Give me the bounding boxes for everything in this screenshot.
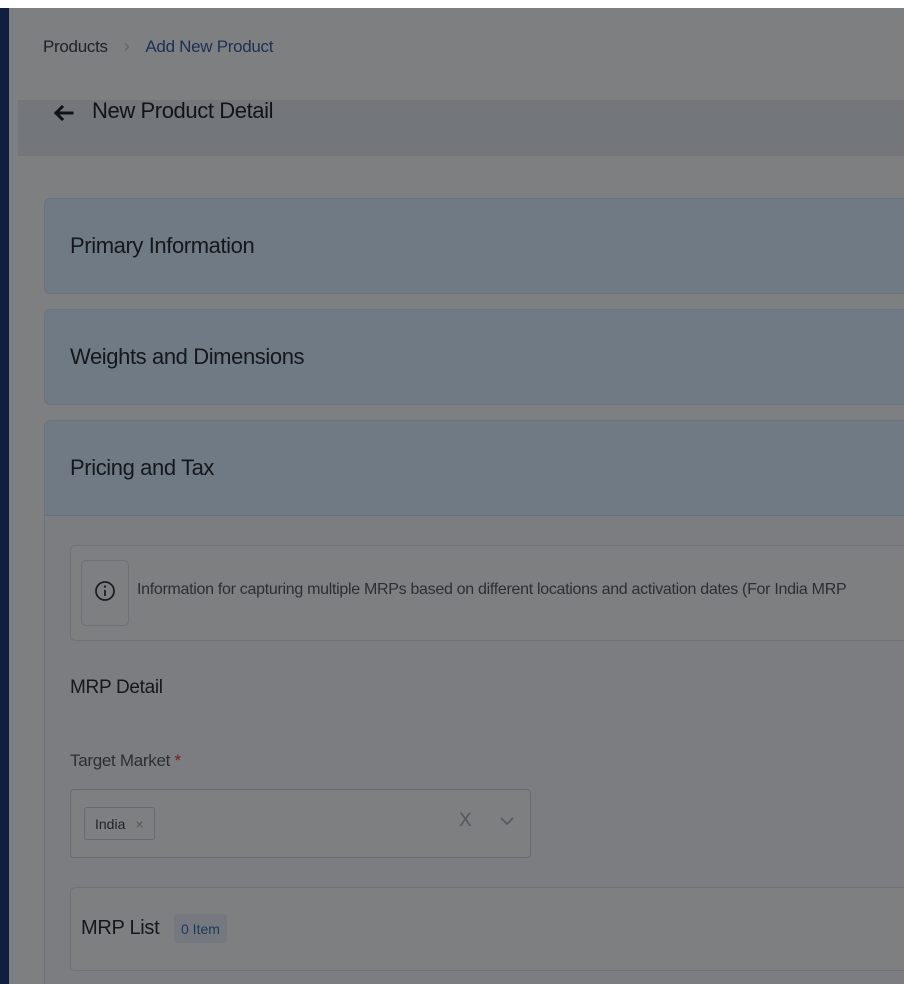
info-icon [94, 580, 116, 607]
mrp-list-panel: MRP List 0 Item [70, 887, 904, 971]
info-banner: Information for capturing multiple MRPs … [70, 545, 904, 641]
mrp-detail-heading: MRP Detail [70, 677, 163, 698]
top-band [0, 0, 904, 8]
target-market-label: Target Market * [70, 751, 181, 771]
target-market-label-text: Target Market [70, 751, 171, 770]
tag-remove-icon[interactable]: × [135, 816, 143, 832]
section-pricing-and-tax: Pricing and Tax Information for capturin… [44, 420, 904, 984]
selected-tag-india: India × [84, 807, 155, 840]
section-title: Weights and Dimensions [70, 344, 305, 369]
back-arrow-icon[interactable] [52, 102, 74, 122]
info-text: Information for capturing multiple MRPs … [137, 581, 847, 598]
page-title: New Product Detail [92, 98, 274, 123]
breadcrumb-separator-icon: › [123, 36, 130, 56]
section-header[interactable]: Pricing and Tax [45, 421, 904, 516]
left-sidebar-edge [0, 8, 9, 984]
section-primary-information[interactable]: Primary Information [44, 198, 904, 294]
app-content: Products › Add New Product New Product D… [9, 8, 904, 984]
section-title: Primary Information [70, 233, 255, 258]
target-market-select[interactable]: India × X [70, 789, 531, 858]
breadcrumb-products-link[interactable]: Products [43, 37, 108, 57]
page-header: New Product Detail [18, 98, 904, 156]
breadcrumb: Products › Add New Product [43, 36, 273, 57]
item-count-badge: 0 Item [174, 914, 227, 943]
clear-icon[interactable]: X [459, 810, 472, 832]
section-title: Pricing and Tax [70, 455, 215, 480]
tag-label: India [95, 815, 126, 832]
page-title-row: New Product Detail [52, 98, 274, 124]
chevron-down-icon[interactable] [499, 814, 515, 826]
mrp-list-title: MRP List [81, 917, 160, 939]
breadcrumb-current: Add New Product [145, 36, 274, 56]
info-icon-container [81, 560, 129, 626]
section-weights-and-dimensions[interactable]: Weights and Dimensions [44, 309, 904, 405]
required-asterisk: * [174, 751, 181, 770]
